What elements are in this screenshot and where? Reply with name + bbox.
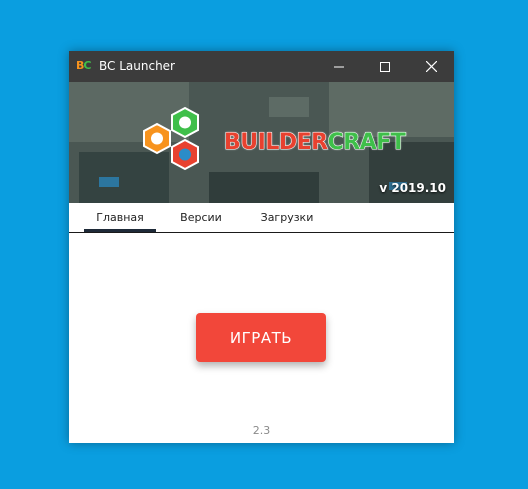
title-bar[interactable]: BC BC Launcher bbox=[69, 51, 454, 82]
build-number: 2.3 bbox=[252, 424, 271, 437]
active-tab-indicator bbox=[84, 229, 156, 232]
logo-hexagons bbox=[143, 106, 199, 171]
app-icon: BC bbox=[76, 59, 91, 72]
launcher-window: BC BC Launcher BUILDERCRAFT v 2019.10 Гл… bbox=[69, 51, 454, 443]
header-banner: BUILDERCRAFT v 2019.10 bbox=[69, 82, 454, 203]
tab-downloads[interactable]: Загрузки bbox=[247, 203, 327, 233]
tab-versions[interactable]: Версии bbox=[169, 203, 233, 233]
close-icon bbox=[425, 61, 437, 72]
play-button[interactable]: ИГРАТЬ bbox=[196, 313, 326, 362]
maximize-icon bbox=[380, 61, 390, 72]
window-title: BC Launcher bbox=[99, 59, 175, 73]
logo-wordmark: BUILDERCRAFT bbox=[224, 130, 407, 156]
version-label: v 2019.10 bbox=[379, 181, 446, 195]
minimize-button[interactable] bbox=[316, 51, 362, 82]
minimize-icon bbox=[334, 66, 344, 67]
maximize-button[interactable] bbox=[362, 51, 408, 82]
close-button[interactable] bbox=[408, 51, 454, 82]
